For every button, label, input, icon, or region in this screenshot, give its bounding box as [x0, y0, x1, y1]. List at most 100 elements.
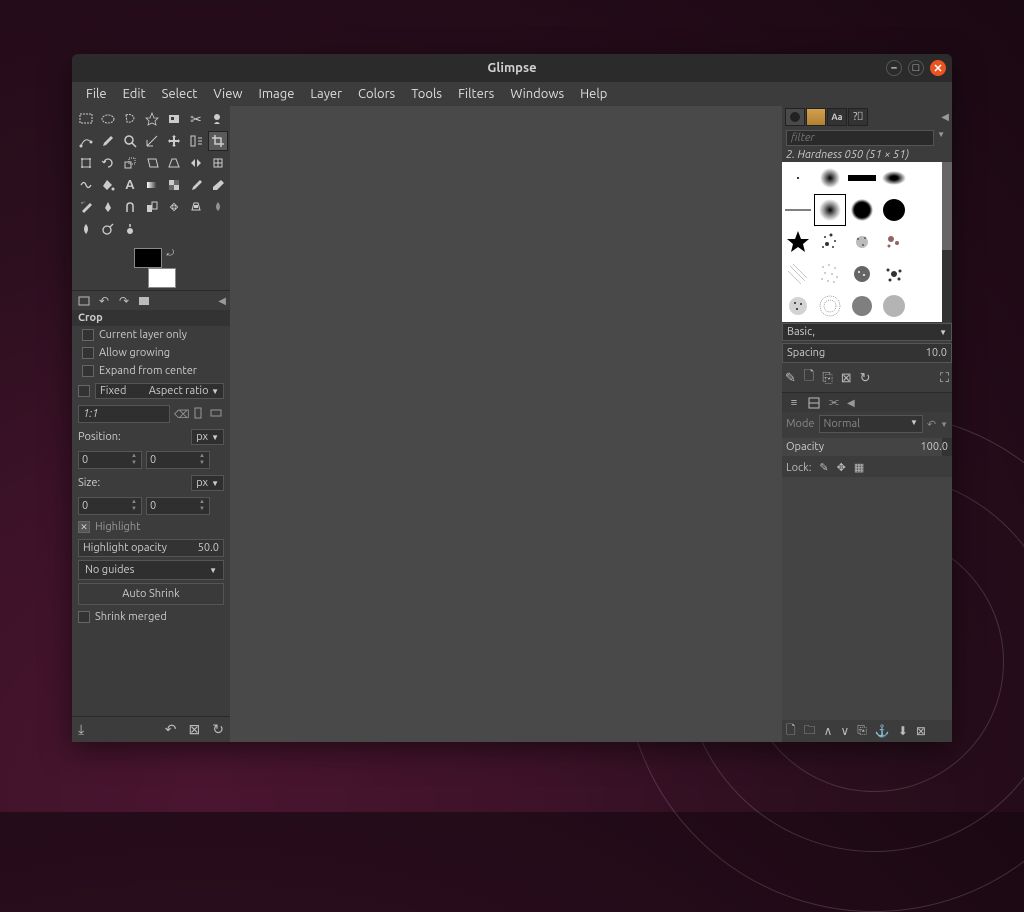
- brush-item[interactable]: [878, 258, 910, 290]
- dodge-tool[interactable]: [98, 219, 118, 239]
- zoom-tool[interactable]: [120, 131, 140, 151]
- allow-growing-check[interactable]: [82, 347, 94, 359]
- brush-item[interactable]: [782, 258, 814, 290]
- canvas-area[interactable]: [230, 106, 782, 742]
- size-h-input[interactable]: 0▲▼: [146, 497, 210, 515]
- blur-tool[interactable]: [208, 197, 228, 217]
- undo-history-tab[interactable]: ↷: [116, 293, 132, 309]
- scale-tool[interactable]: [120, 153, 140, 173]
- current-layer-only-check[interactable]: [82, 329, 94, 341]
- by-color-select-tool[interactable]: [164, 109, 184, 129]
- raise-layer-icon[interactable]: ∧: [824, 724, 833, 738]
- perspective-clone-tool[interactable]: [186, 197, 206, 217]
- document-history-tab[interactable]: ?⃝: [848, 108, 868, 126]
- lock-alpha-icon[interactable]: ▦: [854, 461, 864, 474]
- expand-from-center-check[interactable]: [82, 365, 94, 377]
- duplicate-brush-icon[interactable]: ⎘: [822, 371, 832, 386]
- landscape-icon[interactable]: [210, 407, 224, 422]
- brush-item[interactable]: [910, 258, 942, 290]
- brush-item[interactable]: [782, 194, 814, 226]
- new-group-icon[interactable]: 🗀: [804, 721, 816, 742]
- channels-tab[interactable]: [805, 395, 823, 411]
- warp-tool[interactable]: [76, 175, 96, 195]
- layers-tab[interactable]: ≡: [785, 395, 803, 411]
- menu-layer[interactable]: Layer: [302, 84, 350, 104]
- airbrush-tool[interactable]: [76, 197, 96, 217]
- aspect-ratio-input[interactable]: 1:1: [78, 405, 170, 423]
- menu-view[interactable]: View: [205, 84, 250, 104]
- save-options-icon[interactable]: ⤓: [78, 721, 84, 738]
- position-x-input[interactable]: 0▲▼: [78, 451, 142, 469]
- brush-item[interactable]: [910, 290, 942, 322]
- menu-image[interactable]: Image: [251, 84, 303, 104]
- paths-tool[interactable]: [76, 131, 96, 151]
- brush-item[interactable]: [878, 226, 910, 258]
- size-unit-select[interactable]: px▼: [191, 475, 224, 491]
- brush-item[interactable]: [782, 226, 814, 258]
- brush-item[interactable]: [878, 162, 910, 194]
- brushes-dock-menu-icon[interactable]: ◀: [941, 111, 949, 123]
- gradient-tool[interactable]: [142, 175, 162, 195]
- free-select-tool[interactable]: [120, 109, 140, 129]
- brush-item[interactable]: [846, 162, 878, 194]
- perspective-tool[interactable]: [164, 153, 184, 173]
- position-y-input[interactable]: 0▲▼: [146, 451, 210, 469]
- anchor-layer-icon[interactable]: ⚓: [875, 724, 890, 738]
- rotate-tool[interactable]: [98, 153, 118, 173]
- paintbrush-tool[interactable]: [186, 175, 206, 195]
- text-tool[interactable]: A: [120, 175, 140, 195]
- menu-windows[interactable]: Windows: [502, 84, 572, 104]
- brush-item[interactable]: [910, 226, 942, 258]
- position-unit-select[interactable]: px▼: [191, 429, 224, 445]
- maximize-button[interactable]: □: [908, 60, 924, 76]
- brush-item[interactable]: [814, 290, 846, 322]
- dock-menu-icon[interactable]: ◀: [218, 295, 226, 307]
- duplicate-layer-icon[interactable]: ⎘: [857, 724, 867, 738]
- menu-select[interactable]: Select: [154, 84, 206, 104]
- mode-select[interactable]: Normal▼: [819, 415, 923, 433]
- brush-item[interactable]: [814, 258, 846, 290]
- brush-item-selected[interactable]: [814, 194, 846, 226]
- new-layer-icon[interactable]: 🗋: [786, 721, 796, 742]
- eraser-tool[interactable]: [208, 175, 228, 195]
- delete-brush-icon[interactable]: ⊠: [841, 371, 852, 386]
- bucket-fill-tool[interactable]: [98, 175, 118, 195]
- move-tool[interactable]: [164, 131, 184, 151]
- brush-item[interactable]: [878, 194, 910, 226]
- mypaint-tool[interactable]: [120, 197, 140, 217]
- mode-reset-icon[interactable]: ↶: [927, 418, 936, 431]
- fg-color[interactable]: [134, 248, 162, 268]
- guides-select[interactable]: No guides▼: [78, 560, 224, 580]
- portrait-icon[interactable]: [192, 407, 206, 422]
- lower-layer-icon[interactable]: ∨: [840, 724, 849, 738]
- menu-colors[interactable]: Colors: [350, 84, 403, 104]
- menu-edit[interactable]: Edit: [115, 84, 154, 104]
- paths-tab[interactable]: ⫘: [825, 395, 843, 411]
- shear-tool[interactable]: [142, 153, 162, 173]
- brush-item[interactable]: [846, 290, 878, 322]
- flip-tool[interactable]: [186, 153, 206, 173]
- rect-select-tool[interactable]: [76, 109, 96, 129]
- auto-shrink-button[interactable]: Auto Shrink: [78, 583, 224, 605]
- color-picker-tool[interactable]: [98, 131, 118, 151]
- pencil-tool[interactable]: [164, 175, 184, 195]
- patterns-tab[interactable]: [806, 108, 826, 126]
- heal-tool[interactable]: [164, 197, 184, 217]
- opacity-slider[interactable]: Opacity 100.0: [782, 438, 952, 456]
- delete-options-icon[interactable]: ⊠: [189, 721, 201, 738]
- delete-layer-icon[interactable]: ⊠: [916, 724, 926, 738]
- device-status-tab[interactable]: ↶: [96, 293, 112, 309]
- fuzzy-select-tool[interactable]: [142, 109, 162, 129]
- minimize-button[interactable]: –: [886, 60, 902, 76]
- crop-tool[interactable]: [208, 131, 228, 151]
- measure-tool[interactable]: [142, 131, 162, 151]
- cage-tool[interactable]: [208, 153, 228, 173]
- swap-colors-icon[interactable]: ⤾: [167, 248, 175, 259]
- close-button[interactable]: ✕: [930, 60, 946, 76]
- foreground-select-tool[interactable]: [208, 109, 228, 129]
- menu-help[interactable]: Help: [572, 84, 615, 104]
- size-w-input[interactable]: 0▲▼: [78, 497, 142, 515]
- scissors-tool[interactable]: ✂: [186, 109, 206, 129]
- fixed-check[interactable]: [78, 385, 90, 397]
- color-swatch[interactable]: ⤾: [126, 248, 176, 288]
